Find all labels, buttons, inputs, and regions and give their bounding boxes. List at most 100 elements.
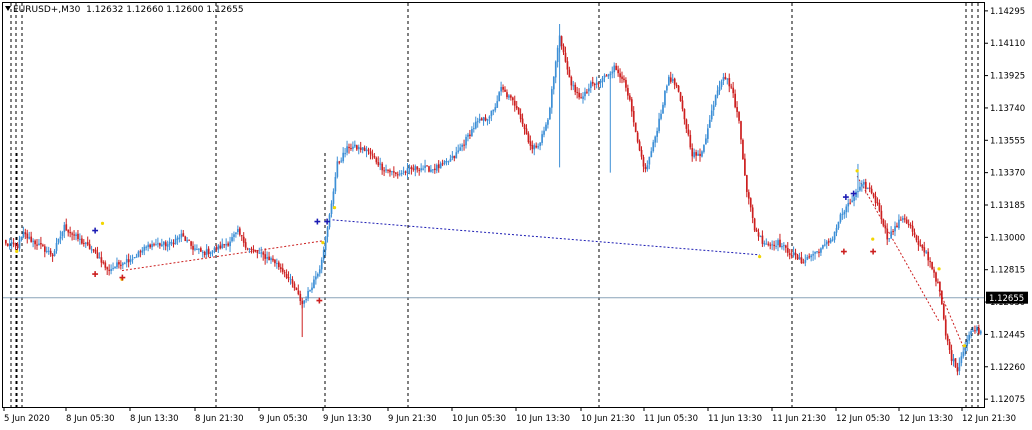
candle-body — [638, 141, 641, 151]
candle-body — [744, 158, 746, 176]
candle-body — [266, 257, 268, 259]
candle-body — [888, 238, 891, 240]
candle-body — [523, 124, 526, 130]
candle-body — [430, 169, 432, 172]
candle-body — [562, 45, 565, 53]
candle-body — [30, 236, 33, 242]
candle-body — [863, 182, 865, 185]
candle-body — [10, 242, 13, 244]
price-tick-label: 1.13555 — [990, 136, 1025, 146]
candle-body — [660, 113, 662, 119]
candle-body — [866, 187, 869, 189]
candle-body — [658, 118, 660, 132]
candle-body — [326, 227, 329, 237]
candle-body — [570, 77, 573, 86]
dropdown-triangle-icon[interactable] — [5, 6, 11, 11]
candle-body — [884, 225, 887, 229]
candle-body — [157, 243, 159, 245]
candle-body — [730, 86, 733, 88]
candle-body — [240, 235, 243, 237]
candle-body — [223, 244, 226, 246]
candle-body — [648, 156, 651, 165]
time-tick-label: 8 Jun 05:30 — [66, 414, 115, 424]
price-axis: 1.14295 1.14110 1.13925 1.13740 1.13555 1.133… — [984, 7, 1025, 405]
candle-body — [923, 247, 926, 253]
candle-body — [209, 252, 212, 255]
candle-body — [814, 251, 816, 254]
candle-body — [683, 109, 686, 120]
candle-body — [151, 244, 153, 248]
candle-body — [650, 151, 653, 157]
candle-body — [242, 236, 245, 243]
candle-body — [539, 142, 541, 146]
candle-body — [268, 256, 270, 261]
candle-body — [389, 170, 391, 173]
candle-body — [595, 82, 598, 85]
candle-body — [32, 240, 34, 242]
candle-body — [533, 145, 536, 150]
candle-body — [939, 281, 941, 292]
candle-body — [515, 106, 518, 109]
candle-body — [379, 163, 382, 165]
candle-body — [478, 118, 481, 121]
candle-body — [28, 236, 31, 239]
candle-body — [381, 163, 384, 171]
candle-body — [673, 78, 676, 85]
candle-body — [593, 84, 596, 86]
candle-body — [597, 82, 600, 84]
candle-body — [342, 152, 345, 162]
candle-body — [313, 279, 315, 289]
candle-body — [827, 241, 830, 243]
candle-body — [112, 267, 114, 269]
candle-body — [796, 254, 799, 260]
candle-body — [149, 244, 151, 248]
candle-body — [5, 239, 7, 244]
candle-body — [942, 303, 945, 319]
candle-body — [104, 262, 107, 268]
candle-body — [629, 95, 631, 100]
candle-body — [42, 244, 44, 246]
candle-body — [535, 145, 538, 148]
candle-body — [229, 241, 231, 247]
symbol-timeframe: EURUSD+,M30 — [13, 5, 81, 15]
candle-body — [315, 276, 317, 280]
candle-body — [6, 243, 9, 246]
candle-body — [886, 228, 889, 240]
candle-body — [911, 225, 914, 232]
candle-body — [634, 122, 637, 133]
sell-arrow-icon: ✚ — [870, 247, 877, 256]
candle-body — [859, 186, 861, 191]
candlestick-chart: ✚✚ ✚✚ ✚✚ ✚✚✚ ✚ 1.142951.141101.139251.137401… — [3, 3, 1028, 424]
candle-body — [476, 121, 479, 123]
time-tick-label: 11 Jun 13:30 — [708, 414, 762, 424]
candle-body — [972, 330, 974, 332]
candle-body — [736, 107, 738, 112]
candle-body — [484, 117, 487, 121]
chart-window[interactable]: EURUSD+,M30 1.12632 1.12660 1.12600 1.12… — [0, 0, 1032, 430]
candle-body — [12, 242, 15, 245]
candle-body — [810, 255, 813, 258]
candle-body — [159, 243, 161, 246]
candle-body — [777, 240, 779, 246]
candle-body — [371, 154, 374, 156]
candle-body — [829, 239, 832, 243]
candle-body — [437, 164, 440, 169]
candle-body — [317, 273, 319, 277]
candle-body — [677, 85, 680, 92]
candle-body — [708, 119, 711, 128]
candle-body — [586, 91, 588, 93]
candle-body — [872, 193, 875, 197]
candle-body — [880, 210, 883, 220]
candle-body — [211, 250, 214, 253]
candle-body — [691, 148, 694, 157]
candle-body — [122, 263, 124, 266]
candle-body — [738, 111, 740, 121]
candle-body — [393, 171, 395, 173]
candle-body — [513, 100, 516, 106]
candle-body — [16, 244, 19, 249]
candle-body — [976, 327, 978, 331]
candle-body — [913, 232, 916, 236]
candle-body — [20, 236, 23, 240]
candle-body — [412, 168, 415, 170]
candle-body — [207, 248, 210, 254]
